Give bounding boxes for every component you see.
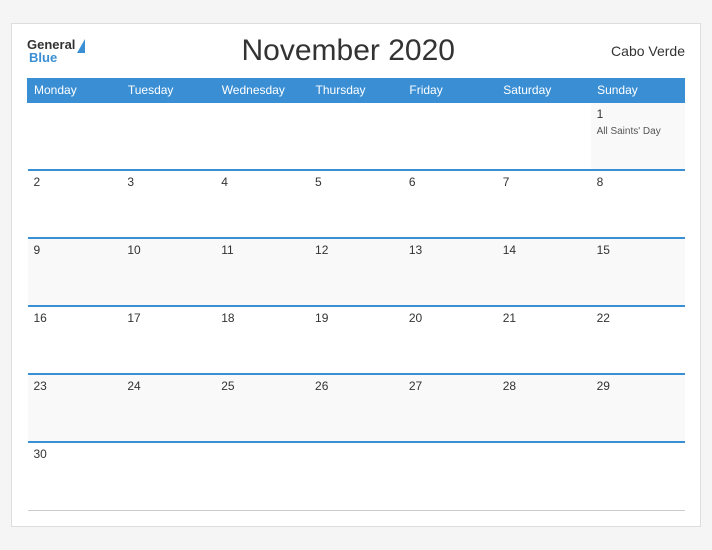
calendar-cell bbox=[591, 442, 685, 510]
day-number: 6 bbox=[409, 175, 491, 189]
calendar-cell bbox=[309, 442, 403, 510]
day-number: 4 bbox=[221, 175, 303, 189]
day-number: 2 bbox=[34, 175, 116, 189]
day-number: 26 bbox=[315, 379, 397, 393]
calendar-cell: 9 bbox=[28, 238, 122, 306]
day-number: 11 bbox=[221, 243, 303, 257]
header-sunday: Sunday bbox=[591, 79, 685, 103]
day-number: 21 bbox=[503, 311, 585, 325]
week-row-3: 9 10 11 12 13 14 15 bbox=[28, 238, 685, 306]
day-number: 30 bbox=[34, 447, 116, 461]
day-number: 12 bbox=[315, 243, 397, 257]
week-row-5: 23 24 25 26 27 28 29 bbox=[28, 374, 685, 442]
calendar-header: General Blue November 2020 Cabo Verde bbox=[27, 34, 685, 68]
logo: General Blue bbox=[27, 38, 85, 64]
calendar-cell: 8 bbox=[591, 170, 685, 238]
day-number: 13 bbox=[409, 243, 491, 257]
calendar-cell: 20 bbox=[403, 306, 497, 374]
calendar-cell: 2 bbox=[28, 170, 122, 238]
calendar-cell bbox=[497, 442, 591, 510]
calendar-cell: 30 bbox=[28, 442, 122, 510]
logo-blue-text: Blue bbox=[29, 51, 57, 64]
calendar-cell: 14 bbox=[497, 238, 591, 306]
header-monday: Monday bbox=[28, 79, 122, 103]
calendar-cell: 13 bbox=[403, 238, 497, 306]
calendar-cell: 11 bbox=[215, 238, 309, 306]
day-number: 18 bbox=[221, 311, 303, 325]
day-number: 24 bbox=[127, 379, 209, 393]
calendar-cell bbox=[28, 102, 122, 170]
header-tuesday: Tuesday bbox=[121, 79, 215, 103]
week-row-2: 2345678 bbox=[28, 170, 685, 238]
country-label: Cabo Verde bbox=[611, 43, 685, 59]
day-number: 7 bbox=[503, 175, 585, 189]
calendar-cell bbox=[497, 102, 591, 170]
header-saturday: Saturday bbox=[497, 79, 591, 103]
day-number: 19 bbox=[315, 311, 397, 325]
day-number: 8 bbox=[597, 175, 679, 189]
day-number: 16 bbox=[34, 311, 116, 325]
calendar-cell: 6 bbox=[403, 170, 497, 238]
calendar-cell: 18 bbox=[215, 306, 309, 374]
day-number: 10 bbox=[127, 243, 209, 257]
day-number: 25 bbox=[221, 379, 303, 393]
day-event: All Saints' Day bbox=[597, 126, 661, 137]
header-wednesday: Wednesday bbox=[215, 79, 309, 103]
calendar-cell: 21 bbox=[497, 306, 591, 374]
day-number: 17 bbox=[127, 311, 209, 325]
calendar-cell: 23 bbox=[28, 374, 122, 442]
calendar-cell bbox=[309, 102, 403, 170]
calendar-cell: 1 All Saints' Day bbox=[591, 102, 685, 170]
day-number: 3 bbox=[127, 175, 209, 189]
calendar-cell bbox=[403, 442, 497, 510]
calendar-cell: 4 bbox=[215, 170, 309, 238]
day-number: 23 bbox=[34, 379, 116, 393]
calendar-cell: 10 bbox=[121, 238, 215, 306]
header-thursday: Thursday bbox=[309, 79, 403, 103]
day-number: 14 bbox=[503, 243, 585, 257]
calendar-cell: 24 bbox=[121, 374, 215, 442]
calendar-cell: 15 bbox=[591, 238, 685, 306]
calendar-cell bbox=[403, 102, 497, 170]
calendar-cell: 7 bbox=[497, 170, 591, 238]
calendar-cell bbox=[215, 442, 309, 510]
day-number: 27 bbox=[409, 379, 491, 393]
logo-triangle-icon bbox=[77, 39, 85, 53]
header-friday: Friday bbox=[403, 79, 497, 103]
calendar-cell: 17 bbox=[121, 306, 215, 374]
calendar-cell: 27 bbox=[403, 374, 497, 442]
calendar-cell: 3 bbox=[121, 170, 215, 238]
week-row-6: 30 bbox=[28, 442, 685, 510]
calendar-cell: 22 bbox=[591, 306, 685, 374]
day-number: 1 bbox=[597, 107, 679, 121]
calendar-cell: 28 bbox=[497, 374, 591, 442]
week-row-1: 1 All Saints' Day bbox=[28, 102, 685, 170]
calendar-table: Monday Tuesday Wednesday Thursday Friday… bbox=[27, 78, 685, 511]
calendar-cell: 26 bbox=[309, 374, 403, 442]
calendar-cell: 5 bbox=[309, 170, 403, 238]
calendar-cell: 25 bbox=[215, 374, 309, 442]
calendar-cell bbox=[215, 102, 309, 170]
day-number: 15 bbox=[597, 243, 679, 257]
calendar-cell: 29 bbox=[591, 374, 685, 442]
calendar-cell bbox=[121, 442, 215, 510]
day-number: 29 bbox=[597, 379, 679, 393]
day-number: 22 bbox=[597, 311, 679, 325]
calendar-cell: 12 bbox=[309, 238, 403, 306]
month-title: November 2020 bbox=[242, 34, 455, 68]
calendar: General Blue November 2020 Cabo Verde Mo… bbox=[11, 23, 701, 527]
calendar-cell: 19 bbox=[309, 306, 403, 374]
week-row-4: 16 17 18 19 20 21 22 bbox=[28, 306, 685, 374]
days-header-row: Monday Tuesday Wednesday Thursday Friday… bbox=[28, 79, 685, 103]
calendar-cell: 16 bbox=[28, 306, 122, 374]
day-number: 5 bbox=[315, 175, 397, 189]
day-number: 20 bbox=[409, 311, 491, 325]
day-number: 28 bbox=[503, 379, 585, 393]
calendar-cell bbox=[121, 102, 215, 170]
day-number: 9 bbox=[34, 243, 116, 257]
